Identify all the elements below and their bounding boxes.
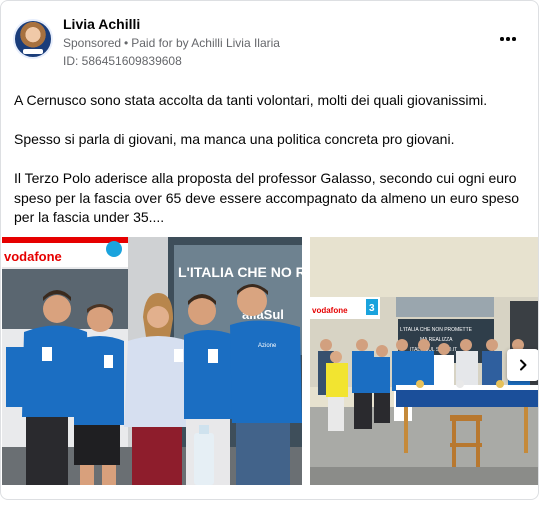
post-meta: Sponsored • Paid for by Achilli Livia Ilar… (63, 36, 280, 50)
photo-2-scene: vodafone 3 L'ITALIA CHE NON PROMETTE MA … (310, 237, 538, 485)
chevron-right-icon (520, 359, 527, 371)
photo1-shirt-logo: Azione (258, 343, 277, 349)
author-name[interactable]: Livia Achilli (63, 16, 140, 32)
ad-id: ID: 586451609839608 (63, 54, 182, 68)
more-options-button[interactable] (494, 27, 522, 51)
photo1-poster-text: L'ITALIA CHE NO REA (178, 264, 302, 280)
photo2-store-number: 3 (369, 303, 375, 314)
photo2-banner-line1: L'ITALIA CHE NON PROMETTE (400, 327, 473, 333)
post-paragraph-3: Il Terzo Polo aderisce alla proposta del… (14, 170, 520, 225)
carousel-photo-1[interactable]: vodafone L'ITALIA CHE NO REA aliaSul (2, 237, 302, 485)
photo-carousel: vodafone L'ITALIA CHE NO REA aliaSul (2, 237, 538, 487)
photo1-store-sign: vodafone (4, 249, 62, 264)
meta-separator: • (124, 36, 129, 50)
post-paragraph-1: A Cernusco sono stata accolta da tanti v… (14, 92, 488, 108)
carousel-photo-2[interactable]: vodafone 3 L'ITALIA CHE NON PROMETTE MA … (310, 237, 538, 485)
author-avatar[interactable] (13, 19, 53, 59)
post-paragraph-2: Spesso si parla di giovani, ma manca una… (14, 131, 455, 147)
post-text: A Cernusco sono stata accolta da tanti v… (14, 91, 524, 228)
avatar-badge (23, 49, 43, 54)
photo2-store-sign: vodafone (312, 306, 348, 315)
ad-post-card: Livia Achilli Sponsored • Paid for by Achi… (0, 0, 539, 500)
post-header: Livia Achilli Sponsored • Paid for by Achi… (13, 13, 526, 71)
carousel-next-button[interactable] (507, 349, 538, 381)
photo-1-scene: vodafone L'ITALIA CHE NO REA aliaSul (2, 237, 302, 485)
sponsored-label[interactable]: Sponsored (63, 36, 121, 50)
more-options-icon (500, 37, 504, 41)
paid-for-label: Paid for by Achilli Livia Ilaria (131, 36, 280, 50)
